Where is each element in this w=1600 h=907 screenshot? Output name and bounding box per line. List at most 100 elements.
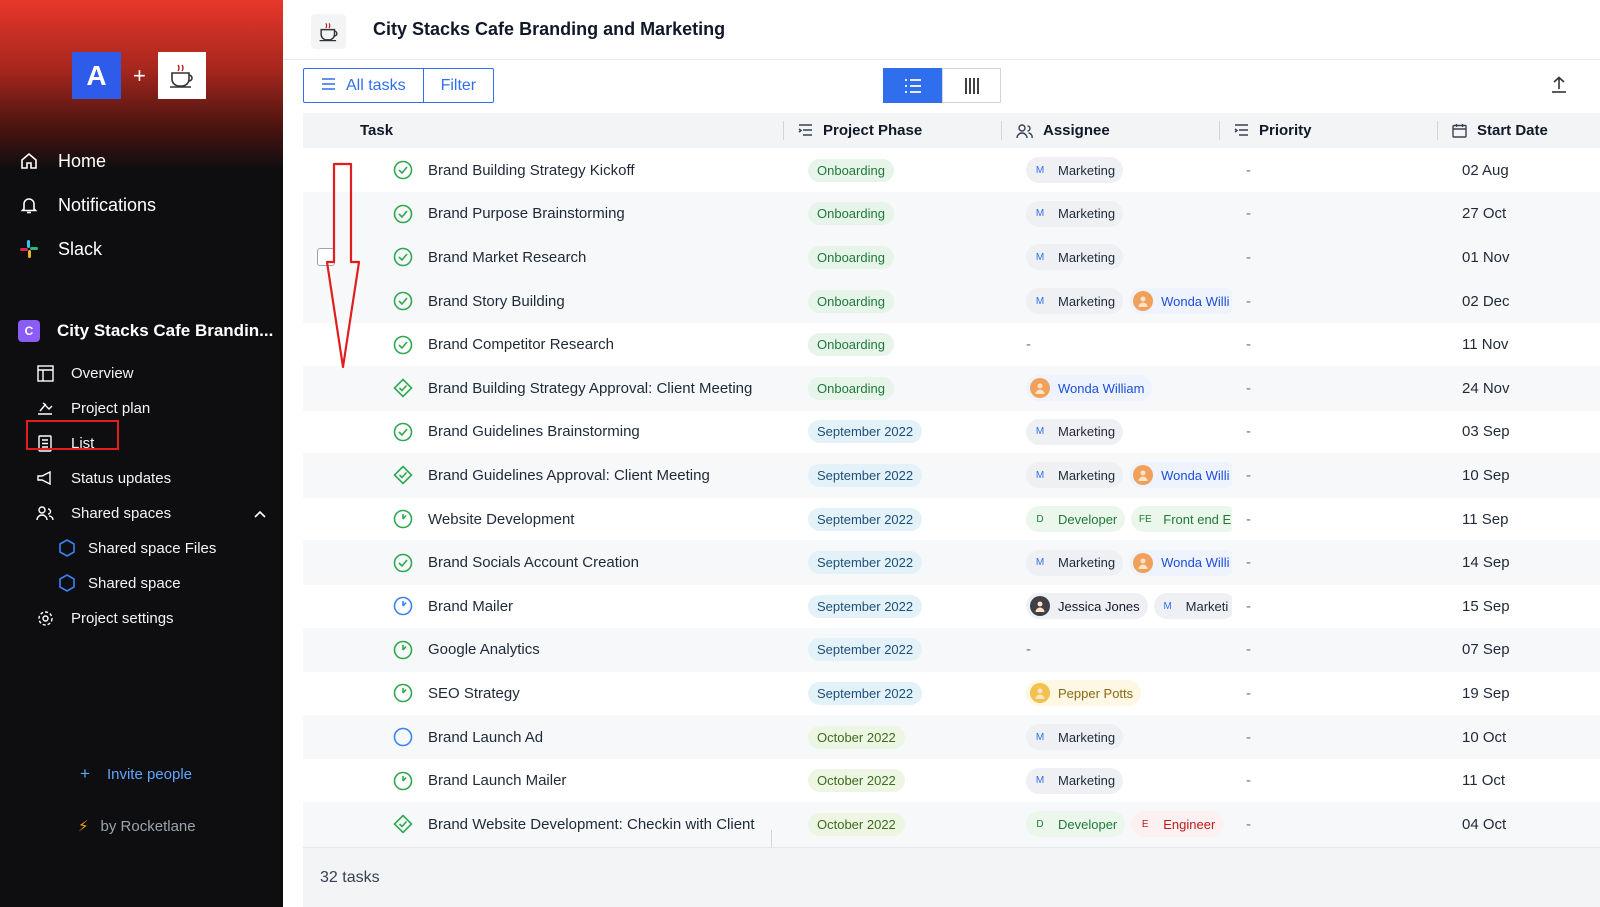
assignee-chip[interactable]: M Marketing xyxy=(1026,724,1124,751)
phase-cell[interactable]: September 2022 xyxy=(796,453,1014,498)
start-date-cell[interactable]: 10 Oct xyxy=(1450,715,1600,760)
table-row[interactable]: Google Analytics September 2022- -07 Sep xyxy=(303,627,1600,673)
assignee-chip[interactable]: Wonda William xyxy=(1026,375,1153,402)
assignee-chip[interactable]: M Marketing xyxy=(1026,767,1124,794)
assignee-chip[interactable]: E Engineer xyxy=(1131,811,1224,838)
assignee-chip[interactable]: Wonda Willi xyxy=(1129,288,1232,315)
column-task[interactable]: Task xyxy=(303,113,783,148)
priority-cell[interactable]: - xyxy=(1232,758,1450,803)
task-cell[interactable]: Brand Purpose Brainstorming xyxy=(393,192,796,237)
task-name[interactable]: Brand Building Strategy Approval: Client… xyxy=(428,380,752,397)
phase-cell[interactable]: September 2022 xyxy=(796,410,1014,455)
assignee-cell[interactable]: D Developer E Engineer xyxy=(1014,802,1232,847)
phase-cell[interactable]: September 2022 xyxy=(796,628,1014,673)
sidebar-item-project-settings[interactable]: Project settings xyxy=(36,609,174,627)
sidebar-item-project-plan[interactable]: Project plan xyxy=(36,399,150,417)
in-progress-icon[interactable] xyxy=(393,509,413,529)
export-button[interactable] xyxy=(1546,72,1572,98)
chevron-up-icon[interactable] xyxy=(254,505,266,522)
milestone-diamond-icon[interactable] xyxy=(393,465,413,486)
phase-cell[interactable]: October 2022 xyxy=(796,802,1014,847)
milestone-diamond-icon[interactable] xyxy=(393,814,413,834)
task-name[interactable]: Brand Story Building xyxy=(428,293,565,310)
start-date-cell[interactable]: 02 Aug xyxy=(1450,148,1600,193)
table-row[interactable]: Brand Purpose Brainstorming Onboarding M Ma… xyxy=(303,191,1600,237)
start-date-cell[interactable]: 11 Sep xyxy=(1450,497,1600,542)
priority-cell[interactable]: - xyxy=(1232,366,1450,411)
priority-cell[interactable]: - xyxy=(1232,715,1450,760)
check-circle-icon[interactable] xyxy=(393,160,413,180)
phase-cell[interactable]: September 2022 xyxy=(796,671,1014,716)
priority-cell[interactable]: - xyxy=(1232,671,1450,716)
assignee-cell[interactable]: M Marketing xyxy=(1014,410,1232,455)
sidebar-item-shared-spaces[interactable]: Shared spaces xyxy=(36,504,266,522)
priority-cell[interactable]: - xyxy=(1232,235,1450,280)
filter-button[interactable]: Filter xyxy=(422,69,494,102)
assignee-cell[interactable]: M Marketing Wonda Willi xyxy=(1014,279,1232,324)
assignee-cell[interactable]: - xyxy=(1014,628,1232,673)
task-cell[interactable]: Brand Story Building xyxy=(393,279,796,324)
priority-cell[interactable]: - xyxy=(1232,148,1450,193)
assignee-chip[interactable]: M Marketing xyxy=(1026,157,1124,184)
table-row[interactable]: Brand Guidelines Approval: Client Meetin… xyxy=(303,453,1600,498)
nav-home[interactable]: Home xyxy=(18,150,106,172)
phase-cell[interactable]: Onboarding xyxy=(796,366,1014,411)
task-name[interactable]: Brand Launch Ad xyxy=(428,729,543,746)
assignee-chip[interactable]: M Marketing xyxy=(1026,200,1124,227)
task-name[interactable]: Brand Mailer xyxy=(428,598,513,615)
check-circle-icon[interactable] xyxy=(393,247,413,267)
check-circle-icon[interactable] xyxy=(393,553,413,573)
phase-cell[interactable]: Onboarding xyxy=(796,322,1014,367)
check-circle-icon[interactable] xyxy=(393,291,413,311)
all-tasks-button[interactable]: All tasks xyxy=(304,69,423,102)
column-assignee[interactable]: Assignee xyxy=(1001,113,1219,148)
assignee-cell[interactable]: Wonda William xyxy=(1014,366,1232,411)
task-cell[interactable]: Brand Market Research xyxy=(393,235,796,280)
assignee-cell[interactable]: M Marketing xyxy=(1014,715,1232,760)
task-name[interactable]: Brand Socials Account Creation xyxy=(428,554,639,571)
assignee-cell[interactable]: M Marketing Wonda Willi xyxy=(1014,453,1232,498)
sidebar-item-status-updates[interactable]: Status updates xyxy=(36,469,171,487)
task-name[interactable]: Brand Market Research xyxy=(428,249,586,266)
priority-cell[interactable]: - xyxy=(1232,410,1450,455)
task-cell[interactable]: Brand Competitor Research xyxy=(393,322,796,367)
task-cell[interactable]: Brand Mailer xyxy=(393,584,796,629)
sidebar-item-overview[interactable]: Overview xyxy=(36,364,134,382)
column-project-phase[interactable]: Project Phase xyxy=(783,113,1001,148)
assignee-chip[interactable]: M Marketing xyxy=(1026,462,1124,489)
table-row[interactable]: Brand Socials Account Creation September … xyxy=(303,540,1600,585)
shared-space-item[interactable]: Shared space xyxy=(58,574,181,592)
nav-notifications[interactable]: Notifications xyxy=(18,194,156,216)
task-name[interactable]: Brand Guidelines Approval: Client Meetin… xyxy=(428,467,710,484)
task-name[interactable]: Brand Website Development: Checkin with … xyxy=(428,816,755,833)
shared-space-item-files[interactable]: Shared space Files xyxy=(58,539,216,557)
app-logo[interactable]: A xyxy=(72,52,121,99)
task-name[interactable]: Brand Launch Mailer xyxy=(428,772,566,789)
check-circle-icon[interactable] xyxy=(393,422,413,442)
phase-cell[interactable]: Onboarding xyxy=(796,192,1014,237)
task-name[interactable]: Brand Building Strategy Kickoff xyxy=(428,162,635,179)
task-name[interactable]: Brand Purpose Brainstorming xyxy=(428,205,625,222)
start-date-cell[interactable]: 02 Dec xyxy=(1450,279,1600,324)
phase-cell[interactable]: Onboarding xyxy=(796,235,1014,280)
start-date-cell[interactable]: 27 Oct xyxy=(1450,192,1600,237)
priority-cell[interactable]: - xyxy=(1232,628,1450,673)
check-circle-icon[interactable] xyxy=(393,204,413,224)
phase-cell[interactable]: Onboarding xyxy=(796,279,1014,324)
assignee-chip[interactable]: Jessica Jones xyxy=(1026,593,1148,620)
task-cell[interactable]: SEO Strategy xyxy=(393,671,796,716)
assignee-chip[interactable]: Wonda Willi xyxy=(1129,462,1232,489)
assignee-chip[interactable]: M Marketing xyxy=(1026,288,1124,315)
table-row[interactable]: Brand Building Strategy Approval: Client… xyxy=(303,366,1600,411)
assignee-chip[interactable]: M Marketing xyxy=(1026,418,1124,445)
assignee-cell[interactable]: D Developer FE Front end E xyxy=(1014,497,1232,542)
column-priority[interactable]: Priority xyxy=(1219,113,1437,148)
task-cell[interactable]: Google Analytics xyxy=(393,628,796,673)
board-view-button[interactable] xyxy=(942,68,1001,103)
table-row[interactable]: Brand Mailer September 2022 Jessica Jones M… xyxy=(303,584,1600,629)
task-cell[interactable]: Brand Socials Account Creation xyxy=(393,540,796,585)
start-date-cell[interactable]: 14 Sep xyxy=(1450,540,1600,585)
table-row[interactable]: Brand Building Strategy Kickoff Onboardin… xyxy=(303,148,1600,193)
list-view-button[interactable] xyxy=(883,68,942,103)
priority-cell[interactable]: - xyxy=(1232,279,1450,324)
